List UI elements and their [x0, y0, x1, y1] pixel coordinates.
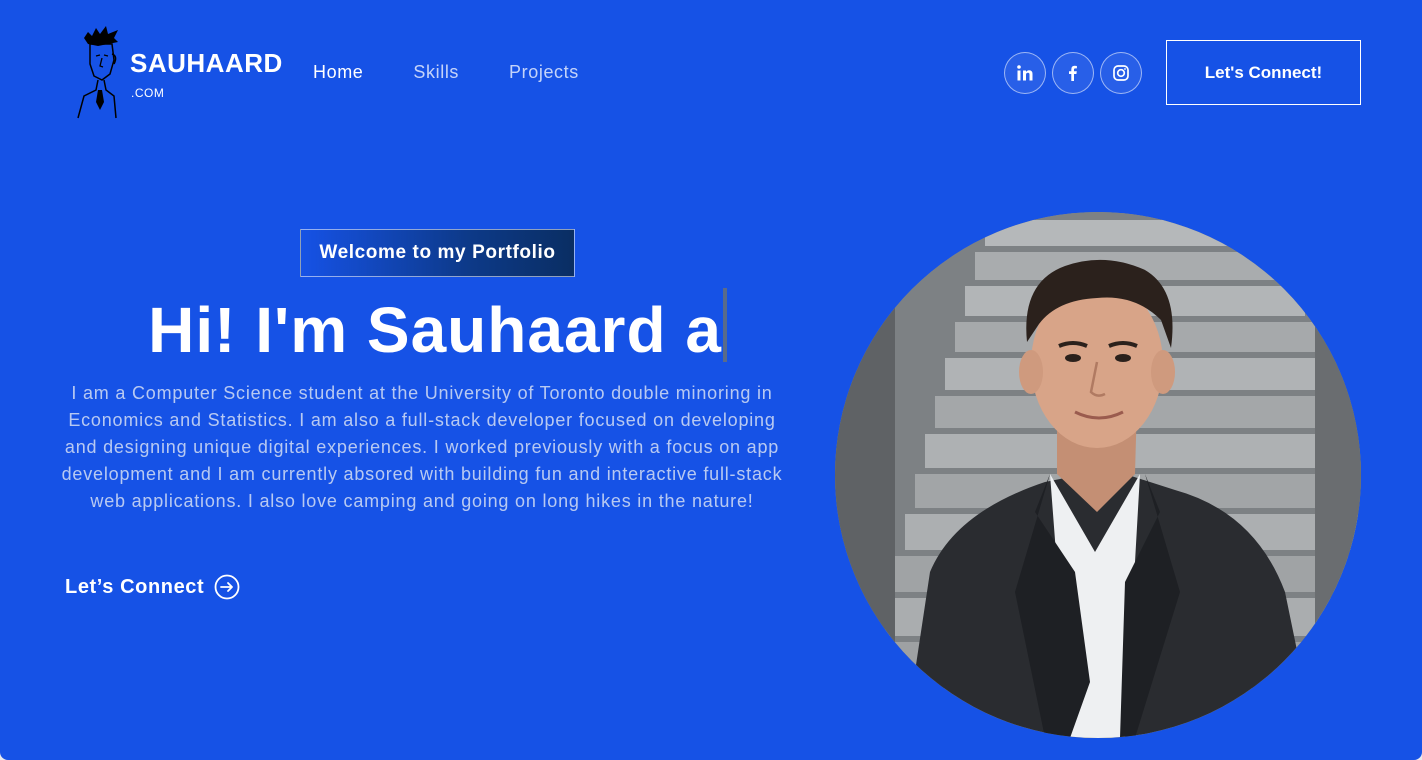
- portrait-illustration: [835, 212, 1361, 738]
- brand-name: SAUHAARD: [130, 48, 283, 78]
- instagram-icon: [1113, 65, 1129, 81]
- hero-headline: Hi! I'm Sauhaard a: [0, 288, 875, 368]
- brand-suffix: .COM: [131, 86, 165, 100]
- portrait-photo: [835, 212, 1361, 738]
- instagram-link[interactable]: [1100, 52, 1142, 94]
- header-connect-button[interactable]: Let's Connect!: [1166, 40, 1361, 105]
- nav-item-projects[interactable]: Projects: [509, 62, 579, 83]
- facebook-icon: [1069, 65, 1077, 81]
- main-nav: Home Skills Projects: [313, 62, 629, 83]
- cta-label: Let’s Connect: [65, 575, 205, 598]
- facebook-link[interactable]: [1052, 52, 1094, 94]
- caricature-logo-icon: [77, 26, 118, 119]
- hero-bio: I am a Computer Science student at the U…: [61, 383, 783, 511]
- welcome-tagline: Welcome to my Portfolio: [300, 229, 575, 277]
- lets-connect-link[interactable]: Let’s Connect: [65, 574, 240, 600]
- social-links: [1004, 52, 1142, 94]
- portfolio-page: SAUHAARD .COM Home Skills Projects Let's…: [0, 0, 1422, 760]
- linkedin-link[interactable]: [1004, 52, 1046, 94]
- arrow-right-circle-icon: [214, 574, 240, 600]
- nav-item-home[interactable]: Home: [313, 62, 363, 83]
- typing-cursor: [722, 288, 727, 362]
- nav-item-skills[interactable]: Skills: [413, 62, 459, 83]
- brand-logo[interactable]: SAUHAARD .COM: [74, 24, 294, 120]
- linkedin-icon: [1017, 65, 1033, 81]
- headline-text: Hi! I'm Sauhaard a: [148, 294, 722, 366]
